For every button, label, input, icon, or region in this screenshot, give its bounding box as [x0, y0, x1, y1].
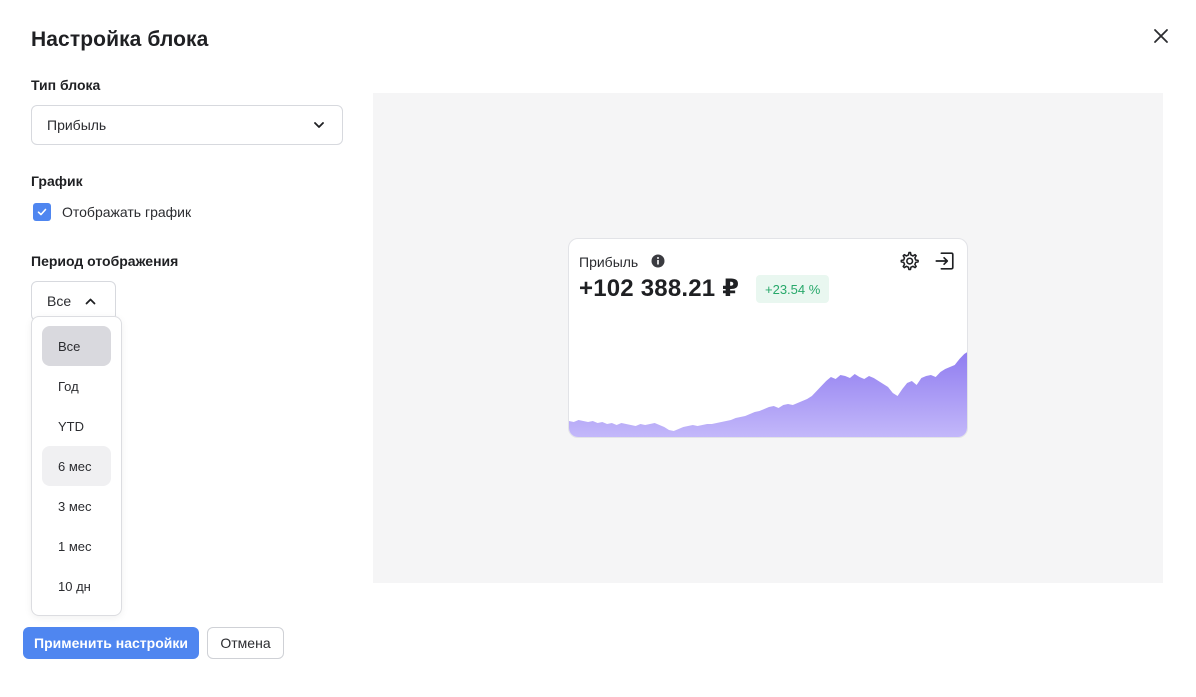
chevron-down-icon — [314, 122, 324, 128]
period-option-1m[interactable]: 1 мес — [42, 526, 111, 566]
period-option-10d[interactable]: 10 дн — [42, 566, 111, 606]
period-option-3m[interactable]: 3 мес — [42, 486, 111, 526]
profit-widget-card: Прибыль +102 388.21 ₽ +23.54 % — [568, 238, 968, 438]
show-chart-checkbox[interactable] — [33, 203, 51, 221]
period-option-ytd[interactable]: YTD — [42, 406, 111, 446]
chart-section-label: График — [31, 173, 83, 189]
chevron-up-icon — [85, 298, 96, 305]
profit-area-chart — [569, 352, 967, 437]
period-option-all[interactable]: Все — [42, 326, 111, 366]
period-select[interactable]: Все — [31, 281, 116, 321]
check-icon — [37, 208, 47, 216]
apply-button[interactable]: Применить настройки — [23, 627, 199, 659]
widget-title: Прибыль — [579, 254, 639, 270]
cancel-button[interactable]: Отмена — [207, 627, 284, 659]
change-badge: +23.54 % — [756, 275, 830, 303]
close-button[interactable] — [1148, 23, 1174, 49]
close-icon — [1154, 29, 1168, 43]
period-dropdown: Все Год YTD 6 мес 3 мес 1 мес 10 дн — [31, 316, 122, 616]
period-option-year[interactable]: Год — [42, 366, 111, 406]
gear-icon[interactable] — [898, 250, 920, 272]
dialog-title: Настройка блока — [31, 28, 209, 51]
profit-value: +102 388.21 ₽ — [579, 275, 740, 302]
profit-area-series — [569, 352, 967, 437]
exit-icon[interactable] — [934, 250, 956, 272]
period-option-6m[interactable]: 6 мес — [42, 446, 111, 486]
block-type-value: Прибыль — [47, 117, 107, 133]
settings-dialog: Настройка блока Тип блока Прибыль График… — [0, 0, 1196, 697]
period-label: Период отображения — [31, 253, 179, 269]
block-type-select[interactable]: Прибыль — [31, 105, 343, 145]
show-chart-checkbox-row[interactable]: Отображать график — [33, 203, 191, 221]
block-type-label: Тип блока — [31, 77, 101, 93]
period-value: Все — [47, 293, 72, 309]
show-chart-label: Отображать график — [62, 204, 192, 220]
info-icon — [651, 254, 665, 268]
